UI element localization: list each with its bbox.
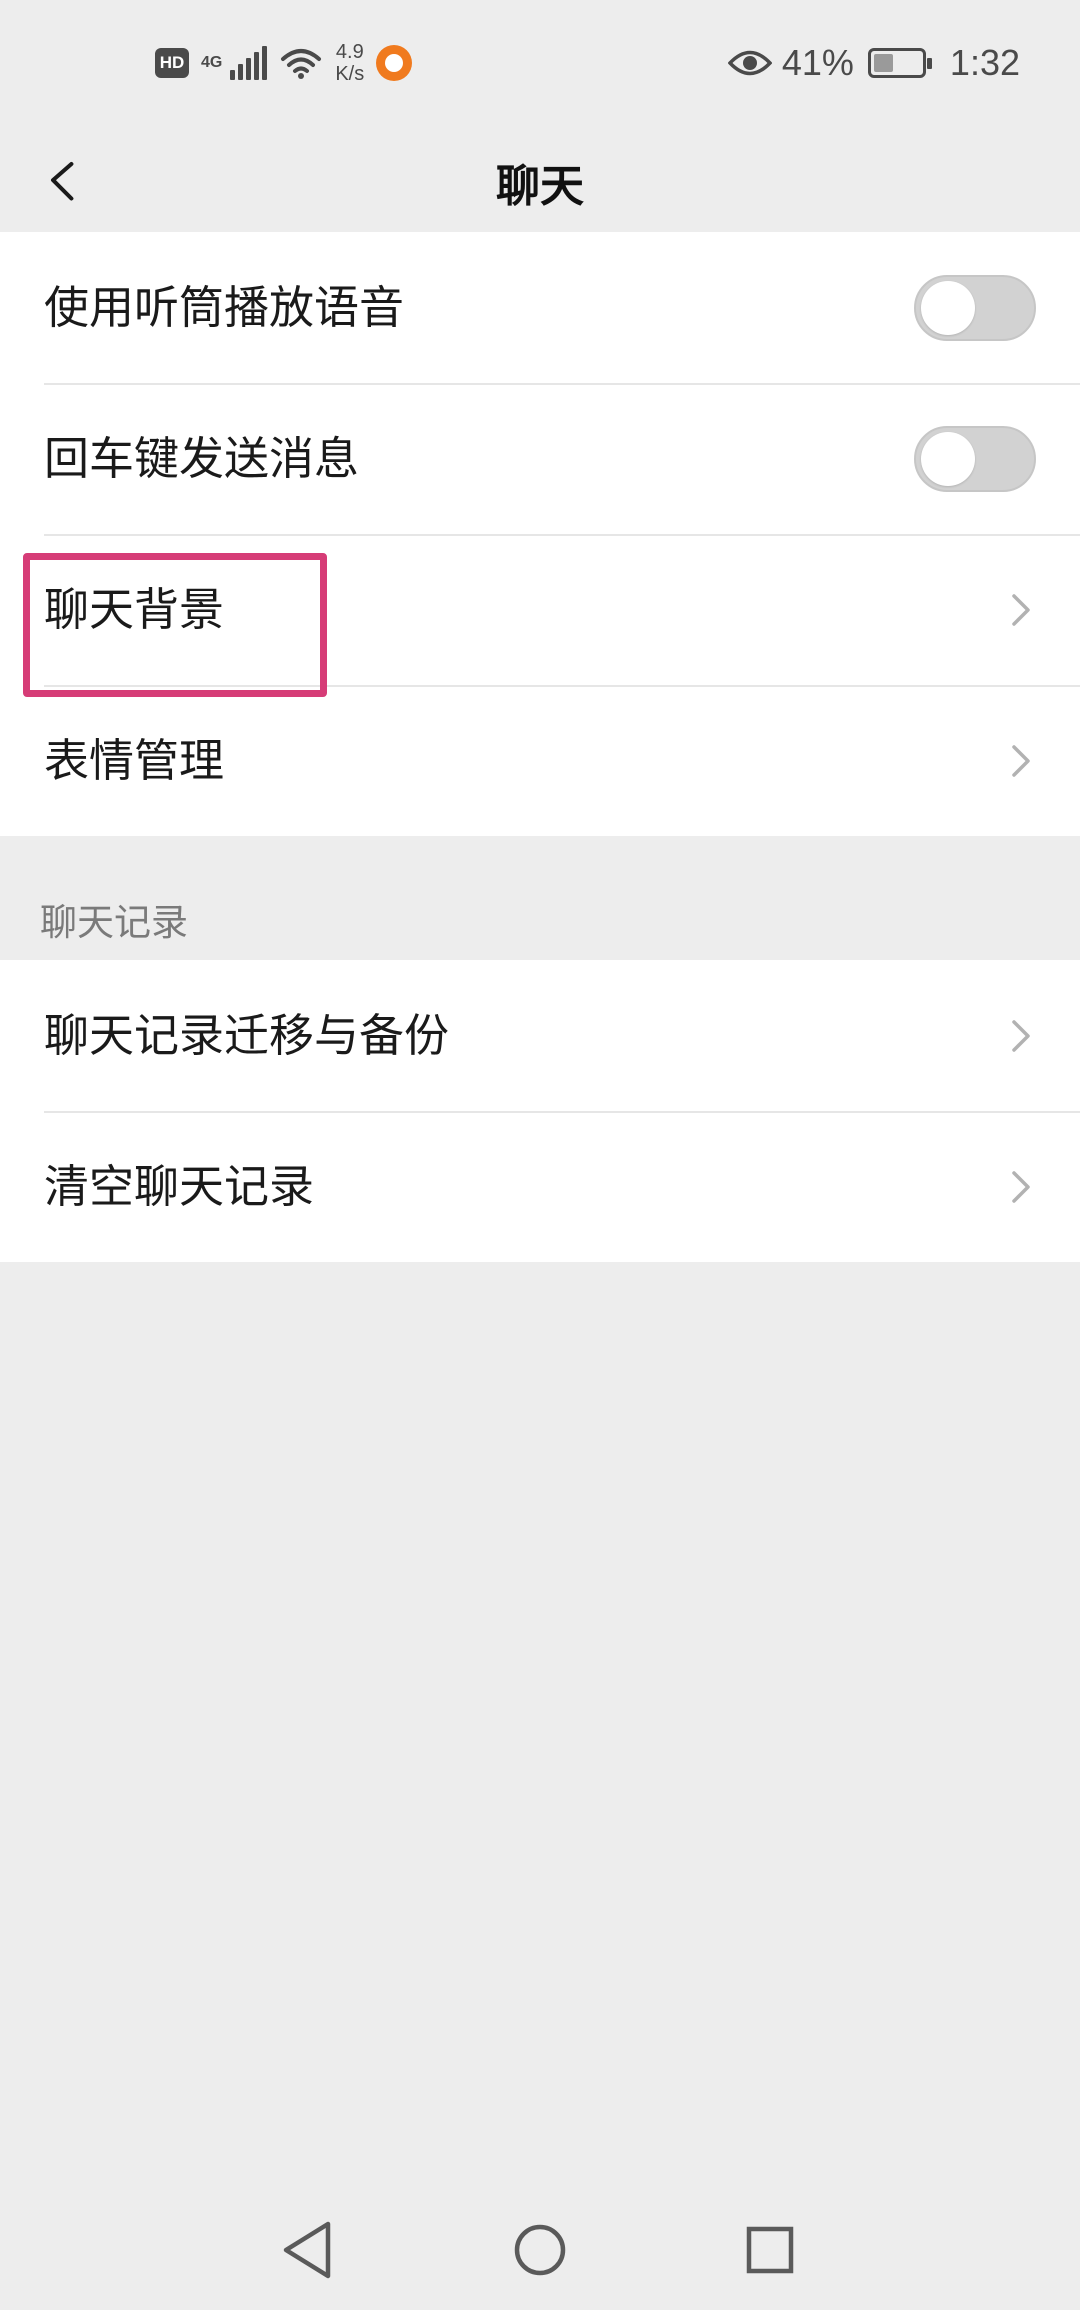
setting-label: 回车键发送消息 (44, 432, 360, 485)
setting-row-enter-send[interactable]: 回车键发送消息 (0, 383, 1080, 534)
battery-percent: 41% (781, 42, 854, 83)
setting-row-sticker-management[interactable]: 表情管理 (0, 685, 1080, 836)
nav-bar: 聊天 (0, 120, 1080, 232)
network-speed: 4.9 K/s (335, 41, 364, 85)
clock: 1:32 (949, 42, 1020, 83)
chevron-right-icon (1012, 1171, 1030, 1203)
chevron-right-icon (1012, 594, 1030, 626)
enter-send-toggle[interactable] (914, 426, 1036, 492)
battery-fill (873, 54, 893, 72)
chevron-right-icon (1012, 745, 1030, 777)
status-bar: HD 4G 4.9 K/s 41% 1:32 (0, 0, 1080, 120)
wifi-icon (281, 49, 322, 79)
settings-group-general: 使用听筒播放语音 回车键发送消息 聊天背景 表情管理 (0, 232, 1080, 836)
settings-group-chat-history: 聊天记录迁移与备份 清空聊天记录 (0, 960, 1080, 1262)
chevron-right-icon (1012, 1020, 1030, 1052)
status-right: 41% 1:32 (727, 38, 1020, 88)
network-speed-value: 4.9 (335, 41, 364, 63)
page-title: 聊天 (496, 161, 584, 212)
circle-home-icon[interactable] (500, 2210, 580, 2290)
square-recent-icon[interactable] (730, 2210, 810, 2290)
status-left: HD 4G 4.9 K/s (155, 38, 413, 88)
setting-row-chat-background[interactable]: 聊天背景 (0, 534, 1080, 685)
eye-comfort-icon (727, 50, 772, 76)
section-header-chat-history: 聊天记录 (40, 901, 188, 944)
system-navigation-bar (0, 2190, 1080, 2310)
setting-row-migrate-backup[interactable]: 聊天记录迁移与备份 (0, 960, 1080, 1111)
signal-icon (230, 46, 268, 80)
setting-label: 聊天记录迁移与备份 (44, 1009, 450, 1062)
setting-label: 清空聊天记录 (44, 1160, 315, 1213)
toggle-knob (921, 432, 975, 486)
setting-label: 使用听筒播放语音 (44, 281, 405, 334)
earpiece-toggle[interactable] (914, 275, 1036, 341)
setting-label: 聊天背景 (44, 583, 225, 636)
triangle-back-icon[interactable] (268, 2210, 348, 2290)
toggle-knob (921, 281, 975, 335)
setting-row-clear-history[interactable]: 清空聊天记录 (0, 1111, 1080, 1262)
network-speed-unit: K/s (335, 63, 365, 85)
notification-app-icon (376, 45, 413, 81)
setting-row-earpiece[interactable]: 使用听筒播放语音 (0, 232, 1080, 383)
hd-badge: HD (155, 48, 189, 78)
battery-icon (867, 48, 932, 78)
network-type: 4G (201, 54, 223, 71)
setting-label: 表情管理 (44, 734, 225, 787)
